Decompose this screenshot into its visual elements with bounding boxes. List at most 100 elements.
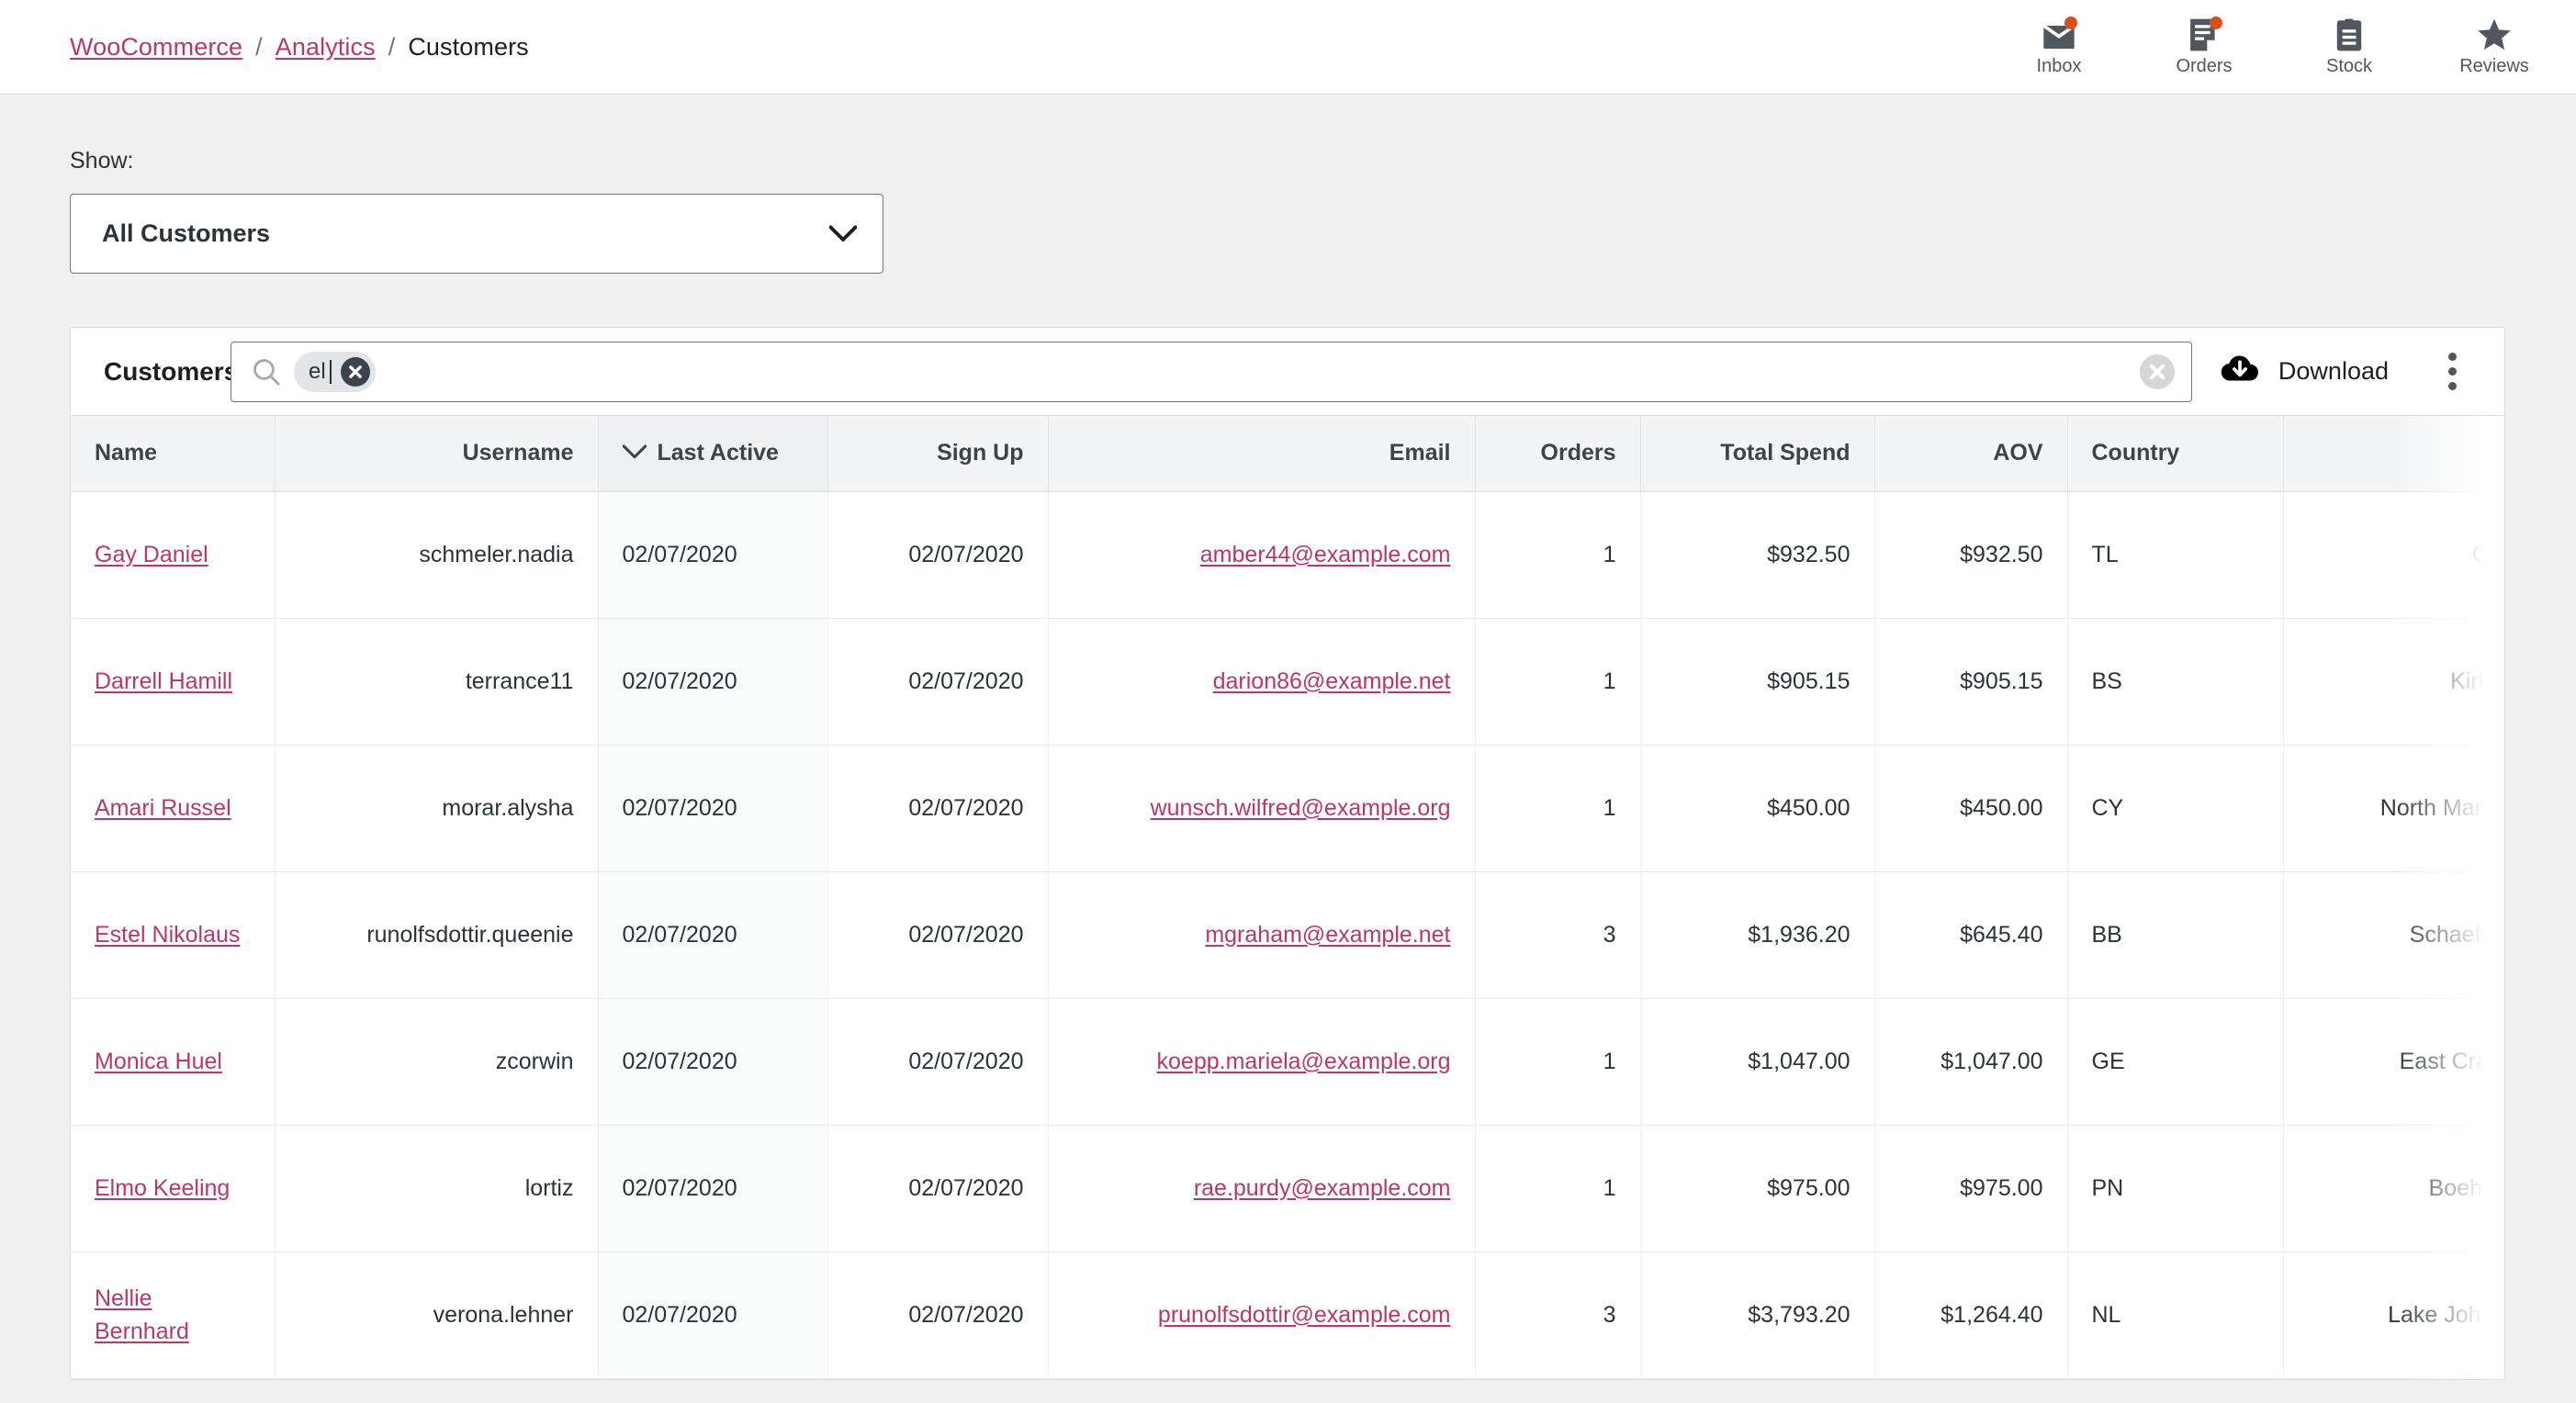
cell-username: zcorwin [275,998,598,1125]
cell-email: mgraham@example.net [1048,871,1475,998]
cell-customer-name-value[interactable]: Darrell Hamill [95,668,232,694]
cell-country-value: NL [2092,1302,2121,1328]
column-header-last-active[interactable]: Last Active [598,416,827,491]
column-header-last-active-label: Last Active [658,440,779,466]
cell-customer-name-value[interactable]: Estel Nikolaus [95,922,240,948]
cell-city: North Mariabury [2283,745,2504,871]
download-button[interactable]: Download [2220,353,2420,390]
column-header-city[interactable]: City [2283,416,2504,491]
cell-country: GE [2067,998,2283,1125]
cell-last-active-value: 02/07/2020 [623,668,737,694]
cell-country: BS [2067,618,2283,745]
cell-sign-up: 02/07/2020 [827,491,1048,618]
breadcrumb-link-analytics[interactable]: Analytics [276,33,376,62]
column-header-total-spend-label: Total Spend [1720,440,1850,466]
column-header-email[interactable]: Email [1048,416,1475,491]
column-header-sign-up-label: Sign Up [937,440,1023,466]
cell-country-value: GE [2092,1049,2125,1074]
column-header-country[interactable]: Country [2067,416,2283,491]
cell-email-value[interactable]: wunsch.wilfred@example.org [1151,795,1451,821]
cell-customer-name: Darrell Hamill [71,618,275,745]
cell-total-spend: $1,936.20 [1640,871,1874,998]
cell-email: darion86@example.net [1048,618,1475,745]
cell-email-value[interactable]: amber44@example.com [1200,542,1451,567]
cell-customer-name-value[interactable]: Nellie Bernhard [95,1285,189,1344]
cell-sign-up-value: 02/07/2020 [908,1175,1023,1201]
cell-city: Lake Johnsville [2283,1251,2504,1378]
cell-country-value: CY [2092,795,2124,821]
cell-customer-name: Estel Nikolaus [71,871,275,998]
cell-aov-value: $975.00 [1960,1175,2042,1201]
cell-email-value[interactable]: mgraham@example.net [1205,922,1450,948]
star-icon [2475,18,2514,51]
cell-country-value: BS [2092,668,2122,694]
cell-customer-name-value[interactable]: Elmo Keeling [95,1175,230,1201]
cell-last-active-value: 02/07/2020 [623,1049,737,1074]
cell-city: Boehmland [2283,1125,2504,1251]
cell-total-spend: $975.00 [1640,1125,1874,1251]
customers-table-scroll[interactable]: Name Username Last Active [71,416,2504,1379]
activity-item-stock[interactable]: Stock [2277,0,2422,95]
table-row: Elmo Keelinglortiz02/07/202002/07/2020ra… [71,1125,2504,1251]
cell-aov: $1,264.40 [1874,1251,2067,1378]
cell-customer-name: Monica Huel [71,998,275,1125]
cell-total-spend: $932.50 [1640,491,1874,618]
cell-orders: 1 [1475,745,1640,871]
activity-label-reviews: Reviews [2459,57,2529,75]
cell-email-value[interactable]: prunolfsdottir@example.com [1158,1302,1451,1328]
cell-customer-name-value[interactable]: Monica Huel [95,1049,222,1074]
cell-city: East Crawford [2283,998,2504,1125]
column-header-name[interactable]: Name [71,416,275,491]
cell-total-spend: $905.15 [1640,618,1874,745]
column-header-aov-label: AOV [1993,440,2042,466]
cloud-download-icon [2220,353,2260,390]
column-header-country-label: Country [2092,440,2180,466]
table-head: Name Username Last Active [71,416,2504,491]
cell-city-value: East Crawford [2400,1049,2504,1074]
cell-last-active: 02/07/2020 [598,745,827,871]
table-row: Estel Nikolaus runolfsdottir.queenie 02/07… [71,871,2504,998]
cell-total-spend-value: $450.00 [1767,795,1850,821]
cell-username-value: zcorwin [496,1049,574,1074]
cell-email-value[interactable]: rae.purdy@example.com [1194,1175,1451,1201]
cell-sign-up-value: 02/07/2020 [908,922,1023,948]
cell-total-spend-value: $1,047.00 [1748,1049,1850,1074]
cell-orders: 1 [1475,1125,1640,1251]
cell-total-spend: $450.00 [1640,745,1874,871]
table-row: Darrell Hamillterrance1102/07/202002/07/… [71,618,2504,745]
search-chip[interactable]: el [294,352,376,392]
cell-username: terrance11 [275,618,598,745]
activity-item-reviews[interactable]: Reviews [2422,0,2567,95]
breadcrumb-link-woocommerce[interactable]: WooCommerce [70,33,242,62]
cell-username-value: schmeler.nadia [419,542,573,567]
card-menu-button[interactable] [2420,340,2484,404]
inbox-icon [2040,18,2078,51]
search-input[interactable]: el [231,342,2192,402]
column-header-username[interactable]: Username [275,416,598,491]
column-header-orders[interactable]: Orders [1475,416,1640,491]
cell-last-active: 02/07/2020 [598,1251,827,1378]
customer-filter-select[interactable]: All Customers [70,194,883,274]
breadcrumb: WooCommerce / Analytics / Customers [0,33,529,62]
cell-email-value[interactable]: darion86@example.net [1213,668,1451,694]
activity-item-orders[interactable]: Orders [2132,0,2277,95]
cell-customer-name-value[interactable]: Amari Russel [95,795,231,821]
cell-email: wunsch.wilfred@example.org [1048,745,1475,871]
column-header-name-label: Name [95,440,157,466]
cell-username-value: runolfsdottir.queenie [366,922,573,948]
breadcrumb-separator-2: / [388,33,396,62]
customers-table: Name Username Last Active [71,416,2504,1379]
cell-orders: 1 [1475,491,1640,618]
cell-email-value[interactable]: koepp.mariela@example.org [1157,1049,1451,1074]
remove-chip-icon[interactable] [341,357,370,387]
column-header-sign-up[interactable]: Sign Up [827,416,1048,491]
activity-item-inbox[interactable]: Inbox [1986,0,2132,95]
clear-search-icon[interactable] [2140,354,2175,389]
column-header-total-spend[interactable]: Total Spend [1640,416,1874,491]
cell-username: schmeler.nadia [275,491,598,618]
table-row: Amari Russelmorar.alysha02/07/202002/07/… [71,745,2504,871]
column-header-aov[interactable]: AOV [1874,416,2067,491]
cell-total-spend-value: $975.00 [1767,1175,1850,1201]
cell-customer-name-value[interactable]: Gay Daniel [95,542,208,567]
cell-email: koepp.mariela@example.org [1048,998,1475,1125]
